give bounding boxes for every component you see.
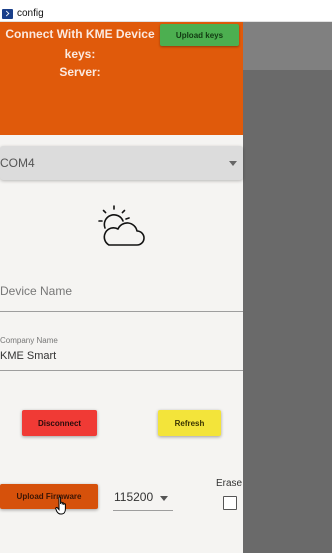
erase-label: Erase: [216, 478, 243, 489]
config-drawer: Connect With KME Device keys: Server: Up…: [0, 22, 243, 553]
baud-underline: [113, 510, 173, 511]
partly-cloudy-icon: [98, 205, 145, 246]
baud-rate-value: 115200: [114, 490, 154, 504]
company-name-label: Company Name: [0, 336, 58, 345]
window-titlebar: config: [0, 0, 332, 22]
upload-keys-button[interactable]: Upload keys: [160, 24, 239, 46]
hand-cursor-icon: [55, 496, 66, 515]
disconnect-button[interactable]: Disconnect: [22, 410, 97, 436]
device-name-input[interactable]: Device Name: [0, 284, 72, 298]
company-name-input[interactable]: KME Smart: [0, 350, 56, 362]
terminal-icon: [2, 9, 13, 19]
baud-rate-select[interactable]: 115200: [113, 484, 173, 512]
port-value: COM4: [0, 156, 35, 170]
refresh-button[interactable]: Refresh: [158, 410, 221, 436]
chevron-down-icon: [229, 161, 237, 166]
erase-checkbox[interactable]: [223, 496, 237, 510]
backdrop-appbar: [243, 22, 332, 70]
chevron-down-icon: [160, 496, 168, 501]
window-title: config: [17, 8, 44, 19]
company-name-underline: [0, 370, 243, 371]
port-select[interactable]: COM4: [0, 146, 243, 180]
keys-label: keys:: [64, 47, 96, 61]
server-label: Server:: [59, 65, 101, 79]
modal-backdrop[interactable]: [243, 22, 332, 553]
drawer-header: Connect With KME Device keys: Server: Up…: [0, 22, 243, 135]
upload-firmware-button[interactable]: Upload Firmware: [0, 484, 98, 509]
connect-title: Connect With KME Device: [5, 27, 155, 41]
device-name-underline: [0, 311, 243, 312]
